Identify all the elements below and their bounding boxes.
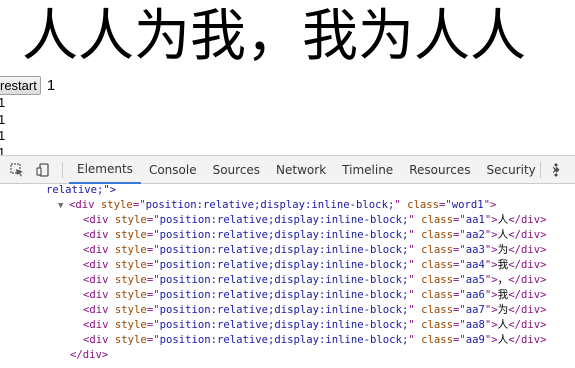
banner-char: 人 <box>78 4 134 69</box>
tab-sources[interactable]: Sources <box>205 156 268 184</box>
banner-char: 为 <box>134 4 190 69</box>
devtools-toolbar: Elements Console Sources Network Timelin… <box>0 156 575 184</box>
restart-button[interactable]: restart <box>0 75 41 95</box>
banner-char: 为 <box>358 4 414 69</box>
counter-value: 1 <box>46 76 56 94</box>
device-toggle-icon[interactable] <box>30 157 56 183</box>
devtools-panel: Elements Console Sources Network Timelin… <box>0 155 575 368</box>
tab-elements[interactable]: Elements <box>69 156 141 184</box>
toolbar-divider <box>62 161 63 178</box>
tab-security[interactable]: Security <box>478 156 543 184</box>
tree-node-child[interactable]: <div style="position:relative;display:in… <box>83 318 547 333</box>
elements-tree: relative;"> ▼ <div style="position:relati… <box>0 185 575 368</box>
expand-triangle-icon[interactable]: ▼ <box>58 199 69 214</box>
count-line: 1 <box>0 111 6 127</box>
banner-char: 我 <box>190 4 246 69</box>
inspect-icon[interactable] <box>4 157 30 183</box>
attr-value-fragment: relative;"> <box>46 185 117 196</box>
count-line: 1 <box>0 95 6 110</box>
tree-node-child[interactable]: <div style="position:relative;display:in… <box>83 243 547 258</box>
count-line: 1 <box>0 128 6 143</box>
toolbar-divider <box>540 162 541 178</box>
tree-line-partial: relative;"> <box>46 185 116 198</box>
tab-resources[interactable]: Resources <box>401 156 478 184</box>
count-line: 1 <box>0 144 6 156</box>
banner-char: 人 <box>414 4 470 69</box>
tree-closing-tag[interactable]: </div> <box>70 348 108 363</box>
page-viewport: 人人为我，我为人人 restart 1 1 1 1 1 <box>0 0 575 155</box>
tab-network[interactable]: Network <box>268 156 334 184</box>
banner-char: 人 <box>470 4 526 69</box>
tab-console[interactable]: Console <box>141 156 205 184</box>
tree-node-child[interactable]: <div style="position:relative;display:in… <box>83 333 547 348</box>
banner-char: ， <box>246 4 302 69</box>
count-list: 1 1 1 1 <box>0 95 5 155</box>
tree-node-child[interactable]: <div style="position:relative;display:in… <box>83 273 547 288</box>
tree-node-child[interactable]: <div style="position:relative;display:in… <box>83 228 547 243</box>
banner-char: 人 <box>22 4 78 69</box>
tree-node-child[interactable]: <div style="position:relative;display:in… <box>83 303 547 318</box>
tree-node-word1[interactable]: ▼ <div style="position:relative;display:i… <box>58 198 496 213</box>
tree-node-child[interactable]: <div style="position:relative;display:in… <box>83 288 547 303</box>
tab-timeline[interactable]: Timeline <box>334 156 401 184</box>
tree-node-child[interactable]: <div style="position:relative;display:in… <box>83 258 547 273</box>
banner-char: 我 <box>302 4 358 69</box>
kebab-menu-icon[interactable] <box>547 161 565 179</box>
banner-text: 人人为我，我为人人 <box>22 2 526 72</box>
restart-row: restart 1 <box>0 75 55 95</box>
tree-node-child[interactable]: <div style="position:relative;display:in… <box>83 213 547 228</box>
